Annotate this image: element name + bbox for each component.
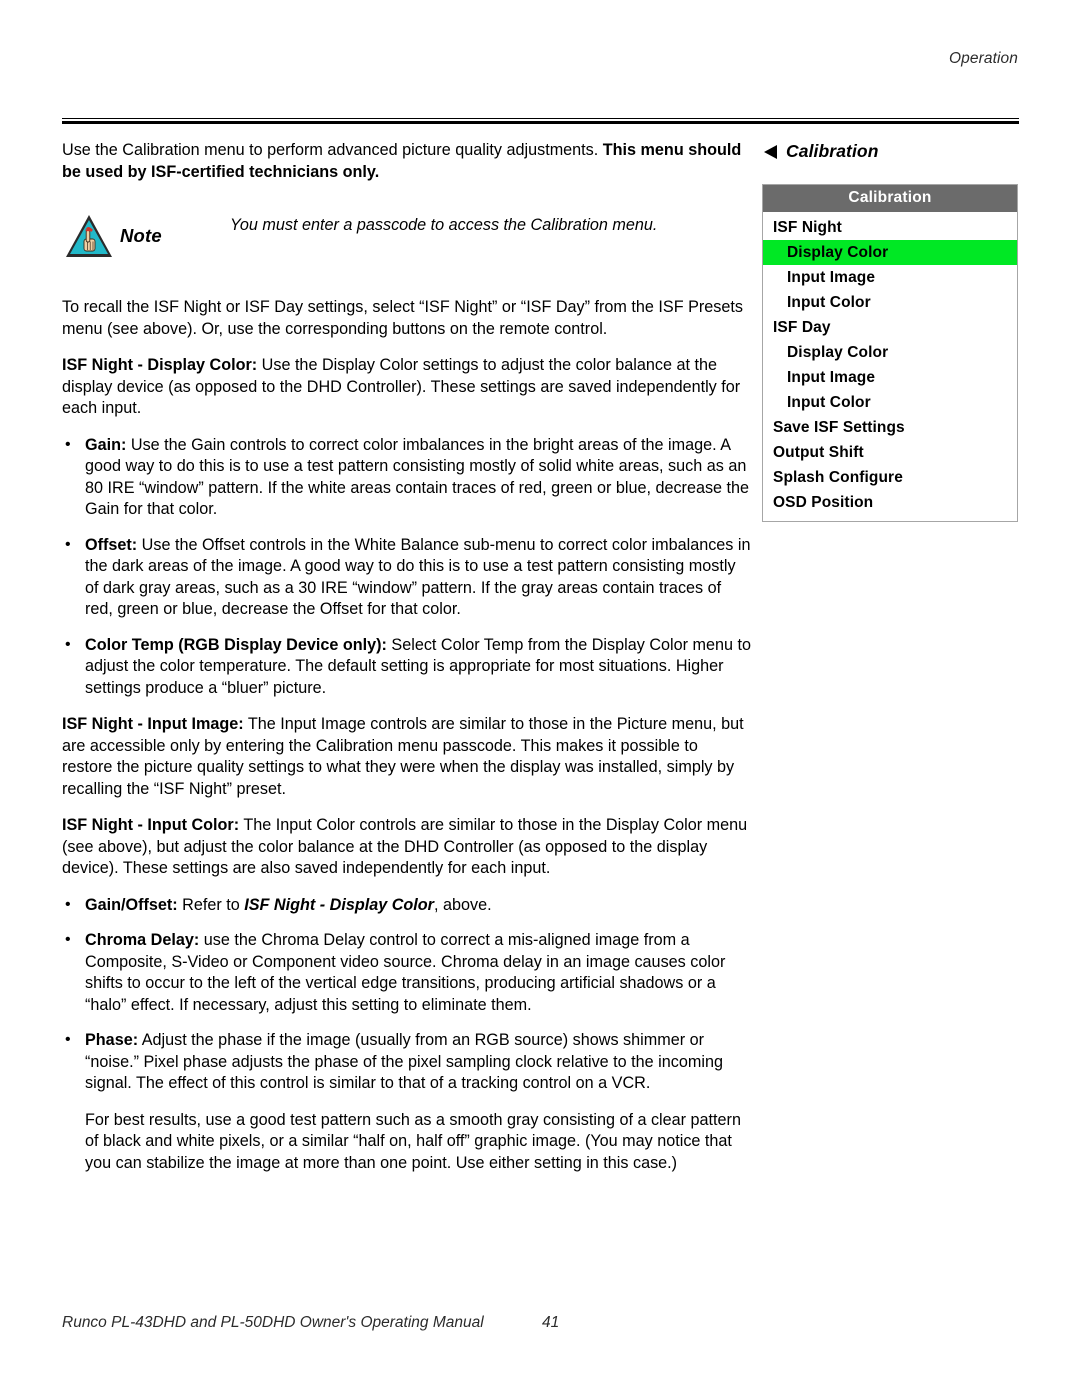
bullet-heading: Color Temp (RGB Display Device only):	[85, 635, 387, 654]
list-item: Gain/Offset: Refer to ISF Night - Displa…	[62, 894, 752, 917]
figure-caption-text: Calibration	[786, 141, 879, 161]
osd-item-isf-day-input-color[interactable]: Input Color	[763, 390, 1017, 415]
isf-night-input-color-paragraph: ISF Night - Input Color: The Input Color…	[62, 815, 752, 880]
bullet-heading: Gain:	[85, 435, 127, 454]
header-divider	[62, 118, 1019, 124]
note-label: Note	[120, 225, 162, 246]
isf-night-display-color-paragraph: ISF Night - Display Color: Use the Displ…	[62, 355, 752, 420]
main-text-column: Use the Calibration menu to perform adva…	[62, 140, 752, 1189]
osd-item-isf-day-display-color[interactable]: Display Color	[763, 340, 1017, 365]
page-footer: Runco PL-43DHD and PL-50DHD Owner's Oper…	[62, 1314, 1019, 1332]
osd-item-isf-night-input-image[interactable]: Input Image	[763, 265, 1017, 290]
note-text: You must enter a passcode to access the …	[230, 216, 658, 234]
osd-item-isf-night[interactable]: ISF Night	[763, 215, 1017, 240]
bullet-heading: Chroma Delay:	[85, 931, 200, 949]
figure-caption: Calibration	[764, 141, 1022, 162]
footer-inner: Runco PL-43DHD and PL-50DHD Owner's Oper…	[62, 1314, 1019, 1332]
list-item: Phase: Adjust the phase if the image (us…	[62, 1029, 752, 1095]
osd-item-isf-night-display-color[interactable]: Display Color	[763, 240, 1017, 265]
divider-thick-line	[62, 121, 1019, 124]
osd-item-isf-day[interactable]: ISF Day	[763, 315, 1017, 340]
note-hand-triangle-icon	[66, 215, 112, 257]
recall-paragraph: To recall the ISF Night or ISF Day setti…	[62, 298, 743, 338]
input-color-bullet-list: Gain/Offset: Refer to ISF Night - Displa…	[62, 894, 752, 1095]
input-color-heading: ISF Night - Input Color:	[62, 816, 240, 834]
display-color-bullet-list: Gain: Use the Gain controls to correct c…	[62, 434, 752, 700]
bullet-heading: Gain/Offset:	[85, 895, 178, 914]
bullet-heading: Offset:	[85, 535, 138, 554]
figure-column: Calibration Calibration ISF Night Displa…	[762, 141, 1022, 522]
list-item: Chroma Delay: use the Chroma Delay contr…	[62, 929, 752, 1016]
osd-menu-list: ISF Night Display Color Input Image Inpu…	[763, 212, 1017, 521]
bullet-body: Refer to	[177, 895, 245, 914]
footer-manual-title: Runco PL-43DHD and PL-50DHD Owner's Oper…	[62, 1314, 484, 1331]
bullet-emphasis: ISF Night - Display Color	[244, 895, 434, 914]
bullet-tail: , above.	[433, 895, 492, 914]
osd-menu-title: Calibration	[763, 185, 1017, 212]
isf-night-input-image-paragraph: ISF Night - Input Image: The Input Image…	[62, 714, 752, 800]
footer-page-number: 41	[542, 1314, 560, 1331]
display-color-heading: ISF Night - Display Color:	[62, 356, 258, 374]
note-callout: Note You must enter a passcode to access…	[62, 207, 752, 269]
best-results-paragraph: For best results, use a good test patter…	[85, 1110, 741, 1172]
bullet-body: Adjust the phase if the image (usually f…	[85, 1031, 723, 1092]
osd-item-osd-position[interactable]: OSD Position	[763, 490, 1017, 515]
page: Operation Use the Calibration menu to pe…	[0, 0, 1080, 1397]
bullet-body: Use the Gain controls to correct color i…	[85, 435, 750, 519]
bullet-body: Use the Offset controls in the White Bal…	[85, 535, 751, 619]
osd-item-splash-configure[interactable]: Splash Configure	[763, 465, 1017, 490]
running-header: Operation	[949, 50, 1018, 67]
osd-item-output-shift[interactable]: Output Shift	[763, 440, 1017, 465]
bullet-heading: Phase:	[85, 1031, 139, 1049]
osd-calibration-menu: Calibration ISF Night Display Color Inpu…	[762, 184, 1018, 522]
intro-paragraph: Use the Calibration menu to perform adva…	[62, 140, 752, 183]
list-item: Color Temp (RGB Display Device only): Se…	[62, 634, 752, 700]
triangle-left-icon	[764, 144, 777, 159]
intro-normal-text: Use the Calibration menu to perform adva…	[62, 141, 603, 159]
osd-item-save-isf-settings[interactable]: Save ISF Settings	[763, 415, 1017, 440]
osd-item-isf-night-input-color[interactable]: Input Color	[763, 290, 1017, 315]
note-icon-group: Note	[64, 213, 162, 259]
osd-item-isf-day-input-image[interactable]: Input Image	[763, 365, 1017, 390]
list-item: Gain: Use the Gain controls to correct c…	[62, 434, 752, 521]
input-image-heading: ISF Night - Input Image:	[62, 715, 244, 733]
list-item: Offset: Use the Offset controls in the W…	[62, 534, 752, 621]
